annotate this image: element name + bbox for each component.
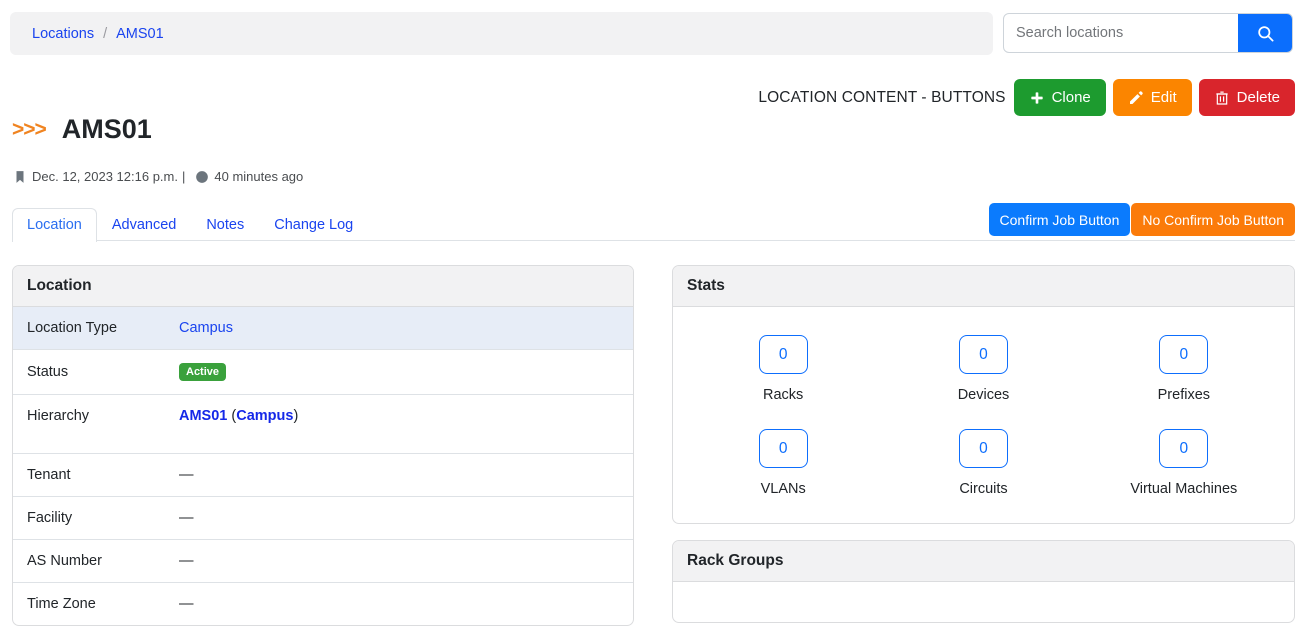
row-value-tenant: —: [165, 454, 633, 497]
row-label-as-number: AS Number: [13, 540, 165, 583]
tab-bar: Location Advanced Notes Change Log Confi…: [12, 205, 1295, 241]
clone-button[interactable]: Clone: [1014, 79, 1106, 116]
clone-button-label: Clone: [1052, 89, 1091, 106]
stat-count-devices[interactable]: 0: [959, 335, 1008, 374]
delete-button-label: Delete: [1237, 89, 1280, 106]
updated-timestamp: 40 minutes ago: [214, 169, 303, 184]
stat-virtual-machines: 0 Virtual Machines: [1084, 429, 1284, 497]
breadcrumb-item-ams01[interactable]: AMS01: [116, 26, 164, 42]
tab-change-log[interactable]: Change Log: [259, 208, 368, 242]
action-buttons-row: LOCATION CONTENT - BUTTONS Clone Edit De: [758, 79, 1295, 116]
stat-label-racks: Racks: [763, 387, 803, 403]
bookmark-icon: [13, 170, 27, 184]
stat-vlans: 0 VLANs: [683, 429, 883, 497]
no-confirm-job-button[interactable]: No Confirm Job Button: [1131, 203, 1295, 236]
left-column: Location Location Type Campus Status: [12, 265, 634, 626]
content-buttons-label: LOCATION CONTENT - BUTTONS: [758, 89, 1005, 107]
row-value-location-type: Campus: [165, 307, 633, 350]
stat-racks: 0 Racks: [683, 335, 883, 403]
tab-advanced[interactable]: Advanced: [97, 208, 192, 242]
row-value-hierarchy: AMS01 (Campus): [165, 395, 633, 454]
hierarchy-type-link[interactable]: Campus: [236, 408, 293, 424]
stats-panel: Stats 0 Racks 0 Devices 0 Prefi: [672, 265, 1295, 524]
location-panel: Location Location Type Campus Status: [12, 265, 634, 626]
stats-panel-body: 0 Racks 0 Devices 0 Prefixes 0: [673, 307, 1294, 523]
chevrons-decoration: >>>: [12, 119, 46, 140]
confirm-job-button[interactable]: Confirm Job Button: [989, 203, 1131, 236]
page-heading: >>> AMS01: [12, 116, 152, 143]
row-value-time-zone: —: [165, 583, 633, 626]
rack-groups-panel: Rack Groups: [672, 540, 1295, 623]
row-label-time-zone: Time Zone: [13, 583, 165, 626]
metadata-separator: |: [182, 169, 185, 184]
table-row: Facility —: [13, 497, 633, 540]
plus-icon: [1029, 90, 1045, 106]
created-timestamp: Dec. 12, 2023 12:16 p.m.: [32, 169, 178, 184]
top-bar: Locations / AMS01: [0, 0, 1303, 55]
stat-label-circuits: Circuits: [959, 481, 1007, 497]
location-type-link[interactable]: Campus: [179, 320, 233, 336]
stats-panel-title: Stats: [673, 266, 1294, 307]
stat-count-virtual-machines[interactable]: 0: [1159, 429, 1208, 468]
stat-label-virtual-machines: Virtual Machines: [1130, 481, 1237, 497]
search-box: [1003, 13, 1293, 53]
breadcrumb: Locations / AMS01: [10, 12, 993, 55]
hierarchy-location-link[interactable]: AMS01: [179, 408, 227, 424]
stat-label-vlans: VLANs: [761, 481, 806, 497]
row-label-tenant: Tenant: [13, 454, 165, 497]
breadcrumb-separator: /: [103, 26, 107, 42]
row-label-facility: Facility: [13, 497, 165, 540]
row-label-hierarchy: Hierarchy: [13, 395, 165, 454]
search-icon: [1256, 24, 1275, 43]
stat-count-circuits[interactable]: 0: [959, 429, 1008, 468]
location-panel-title: Location: [13, 266, 633, 307]
edit-button[interactable]: Edit: [1113, 79, 1192, 116]
record-metadata: Dec. 12, 2023 12:16 p.m. | 40 minutes ag…: [13, 169, 303, 184]
right-column: Stats 0 Racks 0 Devices 0 Prefi: [672, 265, 1295, 626]
search-button[interactable]: [1238, 14, 1292, 52]
content-area: Location Location Type Campus Status: [12, 265, 1295, 626]
row-value-status: Active: [165, 350, 633, 395]
stat-circuits: 0 Circuits: [883, 429, 1083, 497]
stat-label-prefixes: Prefixes: [1158, 387, 1210, 403]
location-detail-page: Locations / AMS01 LOCATION CONTENT - BUT…: [0, 0, 1303, 626]
hierarchy-close-paren: ): [293, 408, 298, 424]
row-value-facility: —: [165, 497, 633, 540]
table-row: AS Number —: [13, 540, 633, 583]
row-value-as-number: —: [165, 540, 633, 583]
row-label-status: Status: [13, 350, 165, 395]
rack-groups-panel-body: [673, 582, 1294, 622]
job-buttons-group: Confirm Job Button No Confirm Job Button: [989, 203, 1295, 236]
pencil-icon: [1128, 90, 1144, 106]
search-input[interactable]: [1004, 14, 1238, 52]
clock-icon: [195, 170, 209, 184]
table-row: Hierarchy AMS01 (Campus): [13, 395, 633, 454]
edit-button-label: Edit: [1151, 89, 1177, 106]
tab-location[interactable]: Location: [12, 208, 97, 242]
stat-label-devices: Devices: [958, 387, 1010, 403]
stat-count-vlans[interactable]: 0: [759, 429, 808, 468]
rack-groups-panel-title: Rack Groups: [673, 541, 1294, 582]
table-row: Status Active: [13, 350, 633, 395]
location-attributes-table: Location Type Campus Status Active: [13, 307, 633, 625]
stat-prefixes: 0 Prefixes: [1084, 335, 1284, 403]
stat-devices: 0 Devices: [883, 335, 1083, 403]
status-badge: Active: [179, 363, 226, 381]
stat-count-prefixes[interactable]: 0: [1159, 335, 1208, 374]
row-label-location-type: Location Type: [13, 307, 165, 350]
trash-icon: [1214, 90, 1230, 106]
table-row: Time Zone —: [13, 583, 633, 626]
delete-button[interactable]: Delete: [1199, 79, 1295, 116]
tab-notes[interactable]: Notes: [191, 208, 259, 242]
stats-grid: 0 Racks 0 Devices 0 Prefixes 0: [683, 335, 1284, 497]
breadcrumb-item-locations[interactable]: Locations: [32, 26, 94, 42]
table-row: Location Type Campus: [13, 307, 633, 350]
hierarchy-open-paren: (: [227, 408, 236, 424]
stat-count-racks[interactable]: 0: [759, 335, 808, 374]
page-title: AMS01: [62, 116, 152, 143]
table-row: Tenant —: [13, 454, 633, 497]
